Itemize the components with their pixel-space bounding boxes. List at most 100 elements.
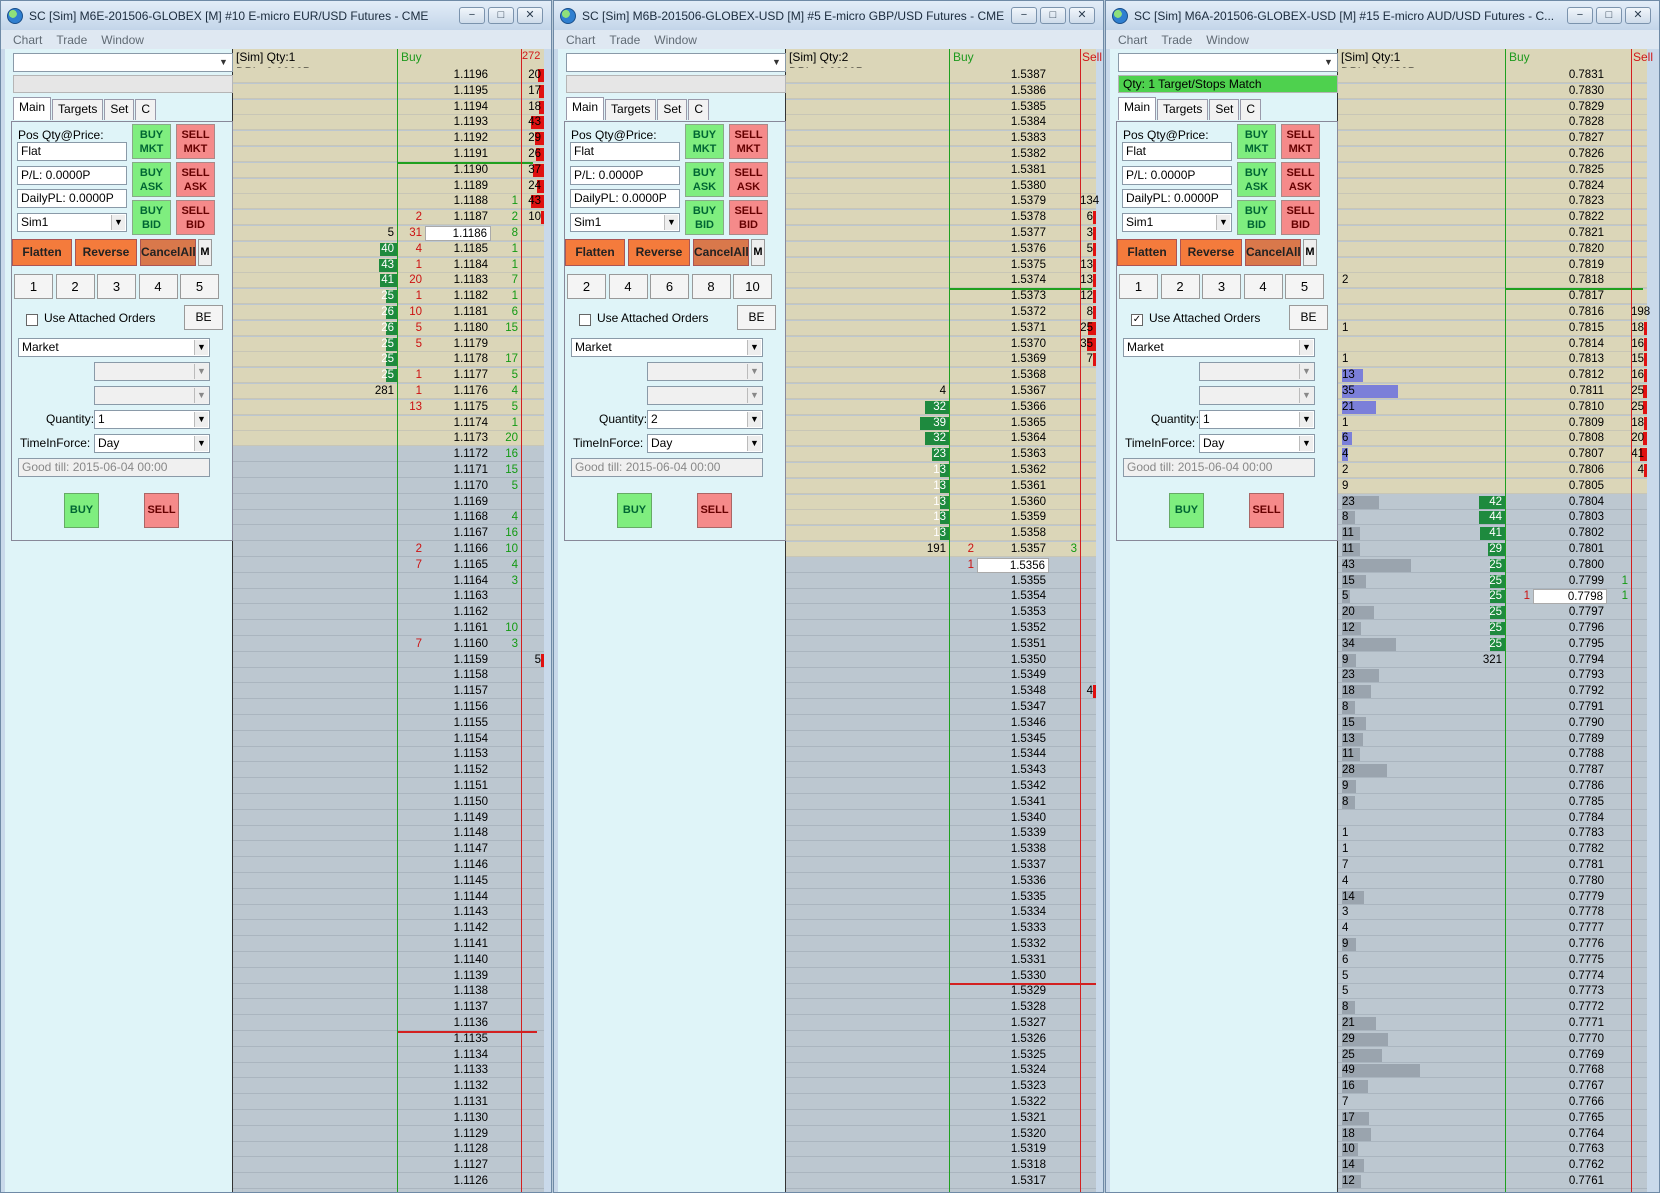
ladder-row[interactable]: 1.1161 10	[233, 621, 544, 636]
ladder-row[interactable]: 1.1134	[233, 1047, 544, 1063]
ladder-row[interactable]: 7 1.1165 4	[233, 557, 544, 573]
ladder-row[interactable]: 0.7830	[1338, 83, 1647, 99]
ladder-row[interactable]: 1.1133	[233, 1063, 544, 1079]
ladder-row[interactable]: 13 1.5361	[786, 478, 1096, 494]
sell-ask-button[interactable]: SELL ASK	[1281, 162, 1320, 197]
account-select[interactable]: Sim1 ▼	[570, 213, 680, 232]
ladder-row[interactable]: 1.5335	[786, 889, 1096, 905]
ladder-row[interactable]: 34 25 0.7795	[1338, 636, 1647, 652]
ladder-row[interactable]: 1.5378 6	[786, 210, 1096, 226]
ladder-row[interactable]: 0.7822	[1338, 210, 1647, 226]
ladder-row[interactable]: 1.5385	[786, 99, 1096, 115]
quantity-select[interactable]: 1 ▼	[1199, 410, 1315, 429]
ladder-row[interactable]: 1.1157	[233, 684, 544, 700]
minimize-button[interactable]: −	[459, 7, 485, 24]
ladder-row[interactable]: 7 1.1160 3	[233, 636, 544, 652]
menu-trade[interactable]: Trade	[1161, 33, 1192, 47]
menu-chart[interactable]: Chart	[1118, 33, 1147, 47]
buy-ask-button[interactable]: BUY ASK	[685, 162, 724, 197]
position-value-field[interactable]: Flat	[1122, 142, 1232, 161]
pl-field[interactable]: P/L: 0.0000P	[570, 166, 680, 185]
ladder-row[interactable]: 1.1131	[233, 1095, 544, 1110]
ladder-row[interactable]: 1.5323	[786, 1079, 1096, 1095]
buy-market-button[interactable]: BUY MKT	[132, 124, 171, 159]
quantity-preset-button[interactable]: 5	[1285, 274, 1324, 299]
sell-market-button[interactable]: SELL MKT	[176, 124, 215, 159]
ladder-row[interactable]: 1.5344	[786, 747, 1096, 763]
sell-ask-button[interactable]: SELL ASK	[729, 162, 768, 197]
ladder-row[interactable]: 1.1167 16	[233, 526, 544, 542]
ladder-row[interactable]: 8 0.7791	[1338, 700, 1647, 715]
m-button[interactable]: M	[198, 239, 212, 266]
buy-button[interactable]: BUY	[64, 493, 99, 528]
position-value-field[interactable]: Flat	[570, 142, 680, 161]
ladder-row[interactable]: 12 25 0.7796	[1338, 621, 1647, 636]
ladder-row[interactable]: 18 0.7764	[1338, 1126, 1647, 1142]
ladder-row[interactable]: 1.1162	[233, 605, 544, 621]
ladder-row[interactable]: 0.7824	[1338, 178, 1647, 194]
sell-bid-button[interactable]: SELL BID	[176, 200, 215, 235]
ladder-row[interactable]: 9 0.7776	[1338, 937, 1647, 952]
ladder-row[interactable]: 1.1194 18	[233, 99, 544, 115]
ladder-row[interactable]: 1.5319	[786, 1142, 1096, 1158]
ladder-row[interactable]: 0.7829	[1338, 99, 1647, 115]
ladder-row[interactable]: 1.1159 5	[233, 652, 544, 668]
tab-main[interactable]: Main	[1118, 97, 1157, 120]
ladder-row[interactable]: 1.5355	[786, 573, 1096, 589]
menu-trade[interactable]: Trade	[609, 33, 640, 47]
quantity-preset-button[interactable]: 3	[1202, 274, 1241, 299]
ladder-row[interactable]: 1.5332	[786, 937, 1096, 952]
ladder-row[interactable]: 1.1151	[233, 779, 544, 794]
tab-c[interactable]: C	[135, 99, 157, 120]
title-bar[interactable]: SC [Sim] M6A-201506-GLOBEX-USD [M] #15 E…	[1106, 1, 1659, 30]
use-attached-orders-checkbox[interactable]	[579, 314, 591, 326]
ladder-row[interactable]: 3 0.7778	[1338, 905, 1647, 921]
minimize-button[interactable]: −	[1011, 7, 1037, 24]
quantity-preset-button[interactable]: 2	[567, 274, 606, 299]
ladder-row[interactable]: 1.1196 20	[233, 68, 544, 83]
ladder-row[interactable]: 10 0.7763	[1338, 1142, 1647, 1158]
price1-field[interactable]: ▼	[647, 362, 763, 381]
ladder-row[interactable]: 26 5 1.1180 15	[233, 320, 544, 336]
ladder-row[interactable]: 0.7784	[1338, 810, 1647, 826]
menu-chart[interactable]: Chart	[566, 33, 595, 47]
ladder-row[interactable]: 0.7828	[1338, 115, 1647, 131]
ladder-row[interactable]: 25 5 1.1179	[233, 336, 544, 352]
ladder-row[interactable]: 1.5374 13	[786, 273, 1096, 289]
buy-ask-button[interactable]: BUY ASK	[132, 162, 171, 197]
quantity-preset-button[interactable]: 2	[55, 274, 95, 299]
ladder-row[interactable]: 26 10 1.1181 6	[233, 305, 544, 320]
ladder-row[interactable]: 39 1.5365	[786, 415, 1096, 431]
ladder-row[interactable]: 1.5348 4	[786, 684, 1096, 700]
ladder-row[interactable]: 1.5371 25	[786, 320, 1096, 336]
ladder-row[interactable]: 1 0.7782	[1338, 842, 1647, 858]
ladder-row[interactable]: 1.5327	[786, 1016, 1096, 1031]
ladder-row[interactable]: 1.1188 1 43	[233, 194, 544, 210]
ladder-row[interactable]: 5 25 1 0.7798 1	[1338, 589, 1647, 605]
ladder-row[interactable]: 1.5350	[786, 652, 1096, 668]
price1-field[interactable]: ▼	[94, 362, 210, 381]
cancel-all-button[interactable]: CancelAll	[693, 239, 749, 266]
menu-window[interactable]: Window	[1206, 33, 1249, 47]
ladder-row[interactable]: 25 1 1.1182 1	[233, 289, 544, 305]
ladder-row[interactable]: 8 0.7785	[1338, 794, 1647, 810]
sell-market-button[interactable]: SELL MKT	[729, 124, 768, 159]
ladder-row[interactable]: 1.1140	[233, 952, 544, 968]
ladder-row[interactable]: 0.7817	[1338, 289, 1647, 305]
ladder-row[interactable]: 4 1.5367	[786, 384, 1096, 399]
ladder-row[interactable]: 0.7825	[1338, 162, 1647, 178]
ladder-row[interactable]: 1.5386	[786, 83, 1096, 99]
ladder-row[interactable]: 5 31 1.1186 8	[233, 226, 544, 241]
pl-field[interactable]: P/L: 0.0000P	[17, 166, 127, 185]
ladder-row[interactable]: 1.1155	[233, 715, 544, 731]
ladder-row[interactable]: 1.5349	[786, 668, 1096, 684]
ladder-row[interactable]: 1.1190 37	[233, 162, 544, 178]
ladder-row[interactable]: 40 4 1.1185 1	[233, 241, 544, 257]
flatten-button[interactable]: Flatten	[1117, 239, 1177, 266]
ladder-row[interactable]: 23 0.7793	[1338, 668, 1647, 684]
ladder-row[interactable]: 1.5317	[786, 1174, 1096, 1189]
flatten-button[interactable]: Flatten	[12, 239, 72, 266]
sell-button[interactable]: SELL	[697, 493, 732, 528]
ladder-row[interactable]: 23 42 0.7804	[1338, 494, 1647, 510]
ladder-row[interactable]: 2 1.1166 10	[233, 542, 544, 557]
